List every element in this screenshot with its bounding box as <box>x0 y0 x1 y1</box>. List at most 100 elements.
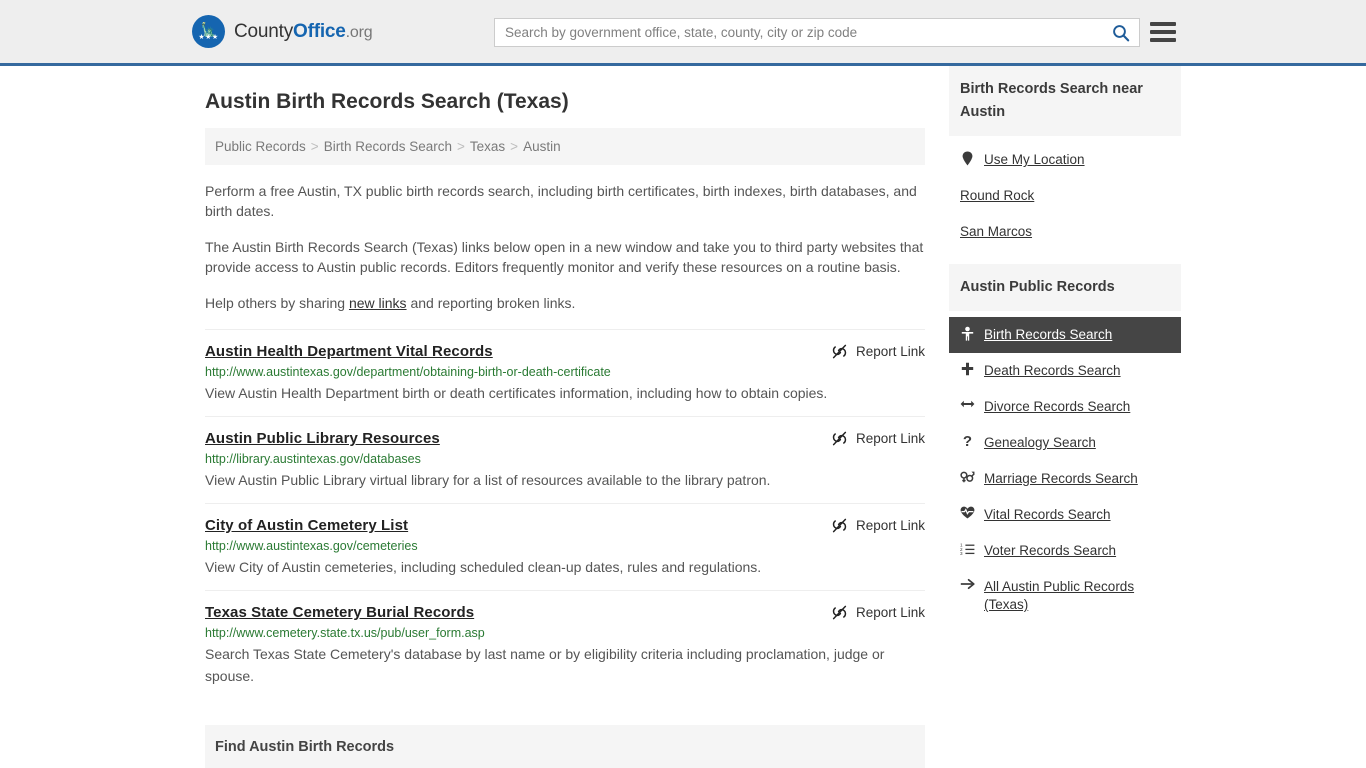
sidebar-link-label[interactable]: Genealogy Search <box>984 434 1096 452</box>
logo-text-county: County <box>234 20 294 42</box>
near-panel-title: Birth Records Search near Austin <box>949 66 1181 136</box>
cross-icon <box>960 362 975 376</box>
broken-chain-icon <box>832 518 847 533</box>
sidebar-link-label[interactable]: Death Records Search <box>984 362 1121 380</box>
report-link-label: Report Link <box>855 431 925 446</box>
result-title-link[interactable]: City of Austin Cemetery List <box>205 517 408 534</box>
public-records-panel: Austin Public Records Birth Records Sear… <box>949 264 1181 627</box>
sidebar-item-voter-records-search[interactable]: 1 2 3 Voter Records Search <box>949 533 1181 569</box>
intro-paragraph-2: The Austin Birth Records Search (Texas) … <box>205 239 924 275</box>
logo-text-org: .org <box>345 23 373 41</box>
result-title-link[interactable]: Austin Health Department Vital Records <box>205 343 493 360</box>
sidebar-link-label[interactable]: All Austin Public Records (Texas) <box>984 578 1170 614</box>
svg-text:3: 3 <box>960 551 963 555</box>
breadcrumb-separator: > <box>457 139 465 154</box>
result-description: Search Texas State Cemetery's database b… <box>205 646 885 684</box>
sidebar-item-all-austin-public-records[interactable]: All Austin Public Records (Texas) <box>949 569 1181 623</box>
question-mark-icon: ? <box>962 433 973 450</box>
page-title: Austin Birth Records Search (Texas) <box>205 90 569 113</box>
search-icon <box>1113 24 1130 41</box>
sidebar-link-label[interactable]: Use My Location <box>984 151 1085 169</box>
public-records-panel-title: Austin Public Records <box>949 264 1181 311</box>
hamburger-bar <box>1150 22 1176 26</box>
breadcrumb-separator: > <box>310 139 319 154</box>
result-item: Austin Public Library Resources Report L… <box>205 416 925 503</box>
report-link-label: Report Link <box>855 518 925 533</box>
near-panel: Birth Records Search near Austin Use My … <box>949 66 1181 254</box>
report-link-label: Report Link <box>855 605 925 620</box>
map-pin-icon <box>960 151 975 166</box>
sidebar-item-vital-records-search[interactable]: Vital Records Search <box>949 497 1181 533</box>
result-header: City of Austin Cemetery List Report Link <box>205 517 925 534</box>
intro-3-post: and reporting broken links. <box>406 295 576 311</box>
hamburger-bar <box>1150 30 1176 34</box>
result-item: Austin Health Department Vital Records R… <box>205 329 925 416</box>
breadcrumb-item-public-records[interactable]: Public Records <box>215 139 306 154</box>
result-description: View Austin Health Department birth or d… <box>205 385 828 401</box>
search-button[interactable] <box>1103 19 1139 46</box>
report-link-button[interactable]: Report Link <box>815 343 925 360</box>
result-url[interactable]: http://www.austintexas.gov/department/ob… <box>205 365 925 379</box>
sidebar: Birth Records Search near Austin Use My … <box>949 66 1181 768</box>
result-description: View Austin Public Library virtual libra… <box>205 472 771 488</box>
new-links-link[interactable]: new links <box>349 295 407 311</box>
broken-chain-icon <box>832 344 847 359</box>
intro-paragraph-3: Help others by sharing new links and rep… <box>205 293 925 313</box>
result-title-link[interactable]: Austin Public Library Resources <box>205 430 440 447</box>
breadcrumb: Public Records > Birth Records Search > Texa… <box>205 128 925 165</box>
report-link-button[interactable]: Report Link <box>815 604 925 621</box>
breadcrumb-item-austin[interactable]: Austin <box>523 139 561 154</box>
arrow-right-icon <box>960 578 975 590</box>
result-item: Texas State Cemetery Burial Records Repo… <box>205 590 925 699</box>
result-description: View City of Austin cemeteries, includin… <box>205 559 762 575</box>
sidebar-item-marriage-records-search[interactable]: Marriage Records Search <box>949 461 1181 497</box>
report-link-button[interactable]: Report Link <box>815 430 925 447</box>
sidebar-link-label[interactable]: Voter Records Search <box>984 542 1116 560</box>
result-header: Austin Health Department Vital Records R… <box>205 343 925 360</box>
eagle-seal-icon: 🗽 ★★★ <box>192 15 225 48</box>
sidebar-item-round-rock[interactable]: Round Rock <box>949 178 1181 214</box>
breadcrumb-item-texas[interactable]: Texas <box>470 139 505 154</box>
page-body: Austin Birth Records Search (Texas) Publ… <box>0 66 1366 768</box>
sidebar-link-label[interactable]: Round Rock <box>960 187 1034 205</box>
venus-mars-icon <box>960 470 975 484</box>
sidebar-item-use-my-location[interactable]: Use My Location <box>949 142 1181 178</box>
sidebar-link-label[interactable]: Birth Records Search <box>984 326 1112 344</box>
find-records-panel: Find Austin Birth Records <box>205 725 925 768</box>
arrows-left-right-icon <box>960 398 975 410</box>
broken-chain-icon <box>832 431 847 446</box>
breadcrumb-item-birth-records-search[interactable]: Birth Records Search <box>324 139 452 154</box>
sidebar-link-label[interactable]: Divorce Records Search <box>984 398 1130 416</box>
sidebar-item-san-marcos[interactable]: San Marcos <box>949 214 1181 250</box>
breadcrumb-separator: > <box>510 139 519 154</box>
logo-text-office: Office <box>293 20 346 42</box>
content-container: Austin Birth Records Search (Texas) Publ… <box>195 66 1181 768</box>
public-records-list: Birth Records Search Death Records Searc… <box>949 311 1181 627</box>
sidebar-link-label[interactable]: Marriage Records Search <box>984 470 1138 488</box>
result-url[interactable]: http://www.cemetery.state.tx.us/pub/user… <box>205 626 925 640</box>
sidebar-item-divorce-records-search[interactable]: Divorce Records Search <box>949 389 1181 425</box>
search-bar <box>494 18 1140 47</box>
sidebar-item-birth-records-search[interactable]: Birth Records Search <box>949 317 1181 353</box>
sidebar-link-label[interactable]: Vital Records Search <box>984 506 1111 524</box>
sidebar-item-death-records-search[interactable]: Death Records Search <box>949 353 1181 389</box>
hamburger-bar <box>1150 38 1176 42</box>
ordered-list-icon: 1 2 3 <box>960 542 975 555</box>
search-input[interactable] <box>495 19 1103 46</box>
result-header: Texas State Cemetery Burial Records Repo… <box>205 604 925 621</box>
main-column: Austin Birth Records Search (Texas) Publ… <box>205 66 925 768</box>
report-link-label: Report Link <box>855 344 925 359</box>
logo-text: CountyOffice.org <box>234 20 373 43</box>
result-url[interactable]: http://library.austintexas.gov/databases <box>205 452 925 466</box>
intro-paragraph-1: Perform a free Austin, TX public birth r… <box>205 183 917 219</box>
report-link-button[interactable]: Report Link <box>815 517 925 534</box>
result-title-link[interactable]: Texas State Cemetery Burial Records <box>205 604 474 621</box>
site-logo[interactable]: 🗽 ★★★ CountyOffice.org <box>192 15 373 48</box>
sidebar-link-label[interactable]: San Marcos <box>960 223 1032 241</box>
hamburger-menu-icon[interactable] <box>1150 19 1176 45</box>
broken-chain-icon <box>832 605 847 620</box>
result-url[interactable]: http://www.austintexas.gov/cemeteries <box>205 539 925 553</box>
sidebar-item-genealogy-search[interactable]: ? Genealogy Search <box>949 425 1181 461</box>
near-panel-list: Use My Location Round Rock San Marcos <box>949 136 1181 254</box>
heart-pulse-icon <box>960 506 975 519</box>
